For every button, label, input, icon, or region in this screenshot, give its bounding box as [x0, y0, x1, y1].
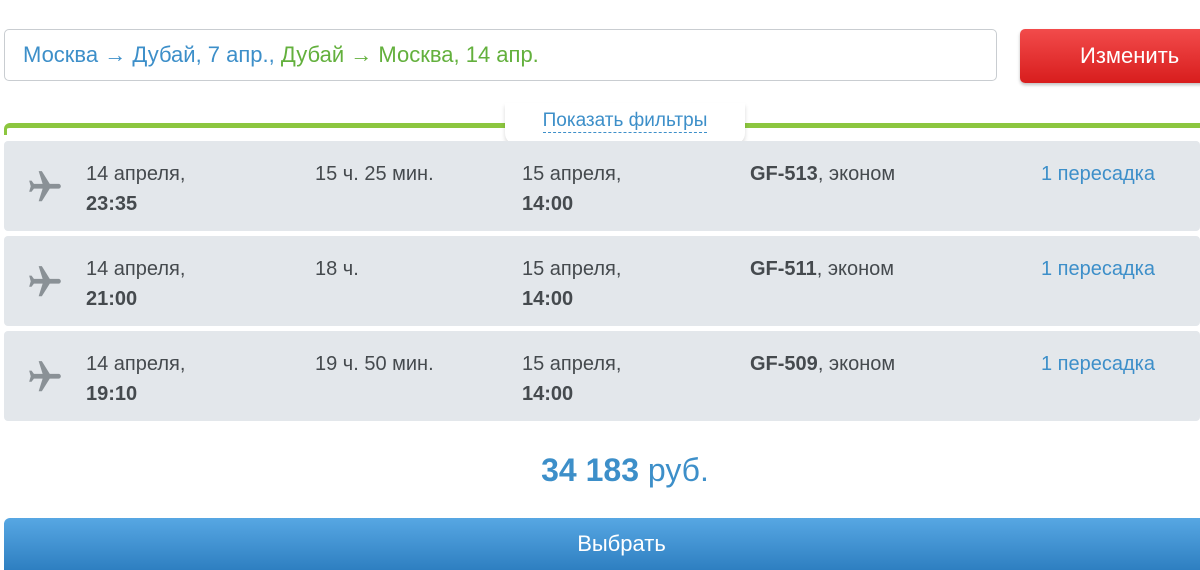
departure: 14 апреля, 23:35 [86, 159, 185, 219]
flight-info: GF-513, эконом [750, 159, 895, 189]
arrival-date: 15 апреля, [522, 258, 622, 280]
flight-duration: 18 ч. [315, 258, 359, 280]
departure-date: 14 апреля, [86, 258, 186, 280]
return-route: Дубай → Москва, 14 апр. [280, 42, 539, 67]
departure-date: 14 апреля, [86, 163, 186, 185]
flight-row[interactable]: 14 апреля, 23:35 15 ч. 25 мин. 15 апреля,… [4, 141, 1200, 231]
total-price: 34 183 руб. [0, 452, 1200, 489]
flight-duration: 19 ч. 50 мин. [315, 353, 434, 375]
flight-list: 14 апреля, 23:35 15 ч. 25 мин. 15 апреля,… [4, 141, 1200, 426]
stops-link[interactable]: 1 пересадка [1041, 254, 1155, 284]
flight-number: GF-513 [750, 163, 818, 185]
arrival: 15 апреля, 14:00 [522, 159, 621, 219]
arrival-date: 15 апреля, [522, 163, 622, 185]
flight-row[interactable]: 14 апреля, 21:00 18 ч. 15 апреля, 14:00 GF… [4, 236, 1200, 326]
airplane-icon [29, 171, 61, 202]
stops-link[interactable]: 1 пересадка [1041, 159, 1155, 189]
flight-info: GF-511, эконом [750, 254, 894, 284]
departure: 14 апреля, 19:10 [86, 349, 185, 409]
arrival-time: 14:00 [522, 193, 574, 215]
price-currency: руб. [638, 452, 709, 488]
departure-time: 21:00 [86, 288, 138, 310]
arrival-time: 14:00 [522, 383, 574, 405]
departure-date: 14 апреля, [86, 353, 186, 375]
select-button[interactable]: Выбрать [4, 518, 1200, 570]
cabin-class: , эконом [817, 353, 896, 375]
departure-time: 19:10 [86, 383, 138, 405]
change-search-button[interactable]: Изменить [1020, 29, 1200, 83]
arrival-time: 14:00 [522, 288, 574, 310]
flight-duration: 15 ч. 25 мин. [315, 163, 434, 185]
stops-link[interactable]: 1 пересадка [1041, 349, 1155, 379]
arrival: 15 апреля, 14:00 [522, 349, 621, 409]
flight-number: GF-509 [750, 353, 818, 375]
route-separator: , [268, 42, 275, 67]
airplane-icon [29, 266, 61, 297]
cabin-class: , эконом [817, 163, 896, 185]
route-summary[interactable]: Москва → Дубай, 7 апр., Дубай → Москва, … [4, 29, 997, 81]
departure-time: 23:35 [86, 193, 138, 215]
flight-info: GF-509, эконом [750, 349, 895, 379]
filter-tab: Показать фильтры [505, 103, 745, 145]
flight-row[interactable]: 14 апреля, 19:10 19 ч. 50 мин. 15 апреля,… [4, 331, 1200, 421]
arrival: 15 апреля, 14:00 [522, 254, 621, 314]
airplane-icon [29, 361, 61, 392]
departure: 14 апреля, 21:00 [86, 254, 185, 314]
cabin-class: , эконом [816, 258, 895, 280]
price-amount: 34 183 [541, 452, 639, 488]
show-filters-link[interactable]: Показать фильтры [542, 110, 708, 133]
outbound-route: Москва → Дубай, 7 апр. [23, 42, 269, 67]
arrival-date: 15 апреля, [522, 353, 622, 375]
flight-number: GF-511 [750, 258, 817, 280]
